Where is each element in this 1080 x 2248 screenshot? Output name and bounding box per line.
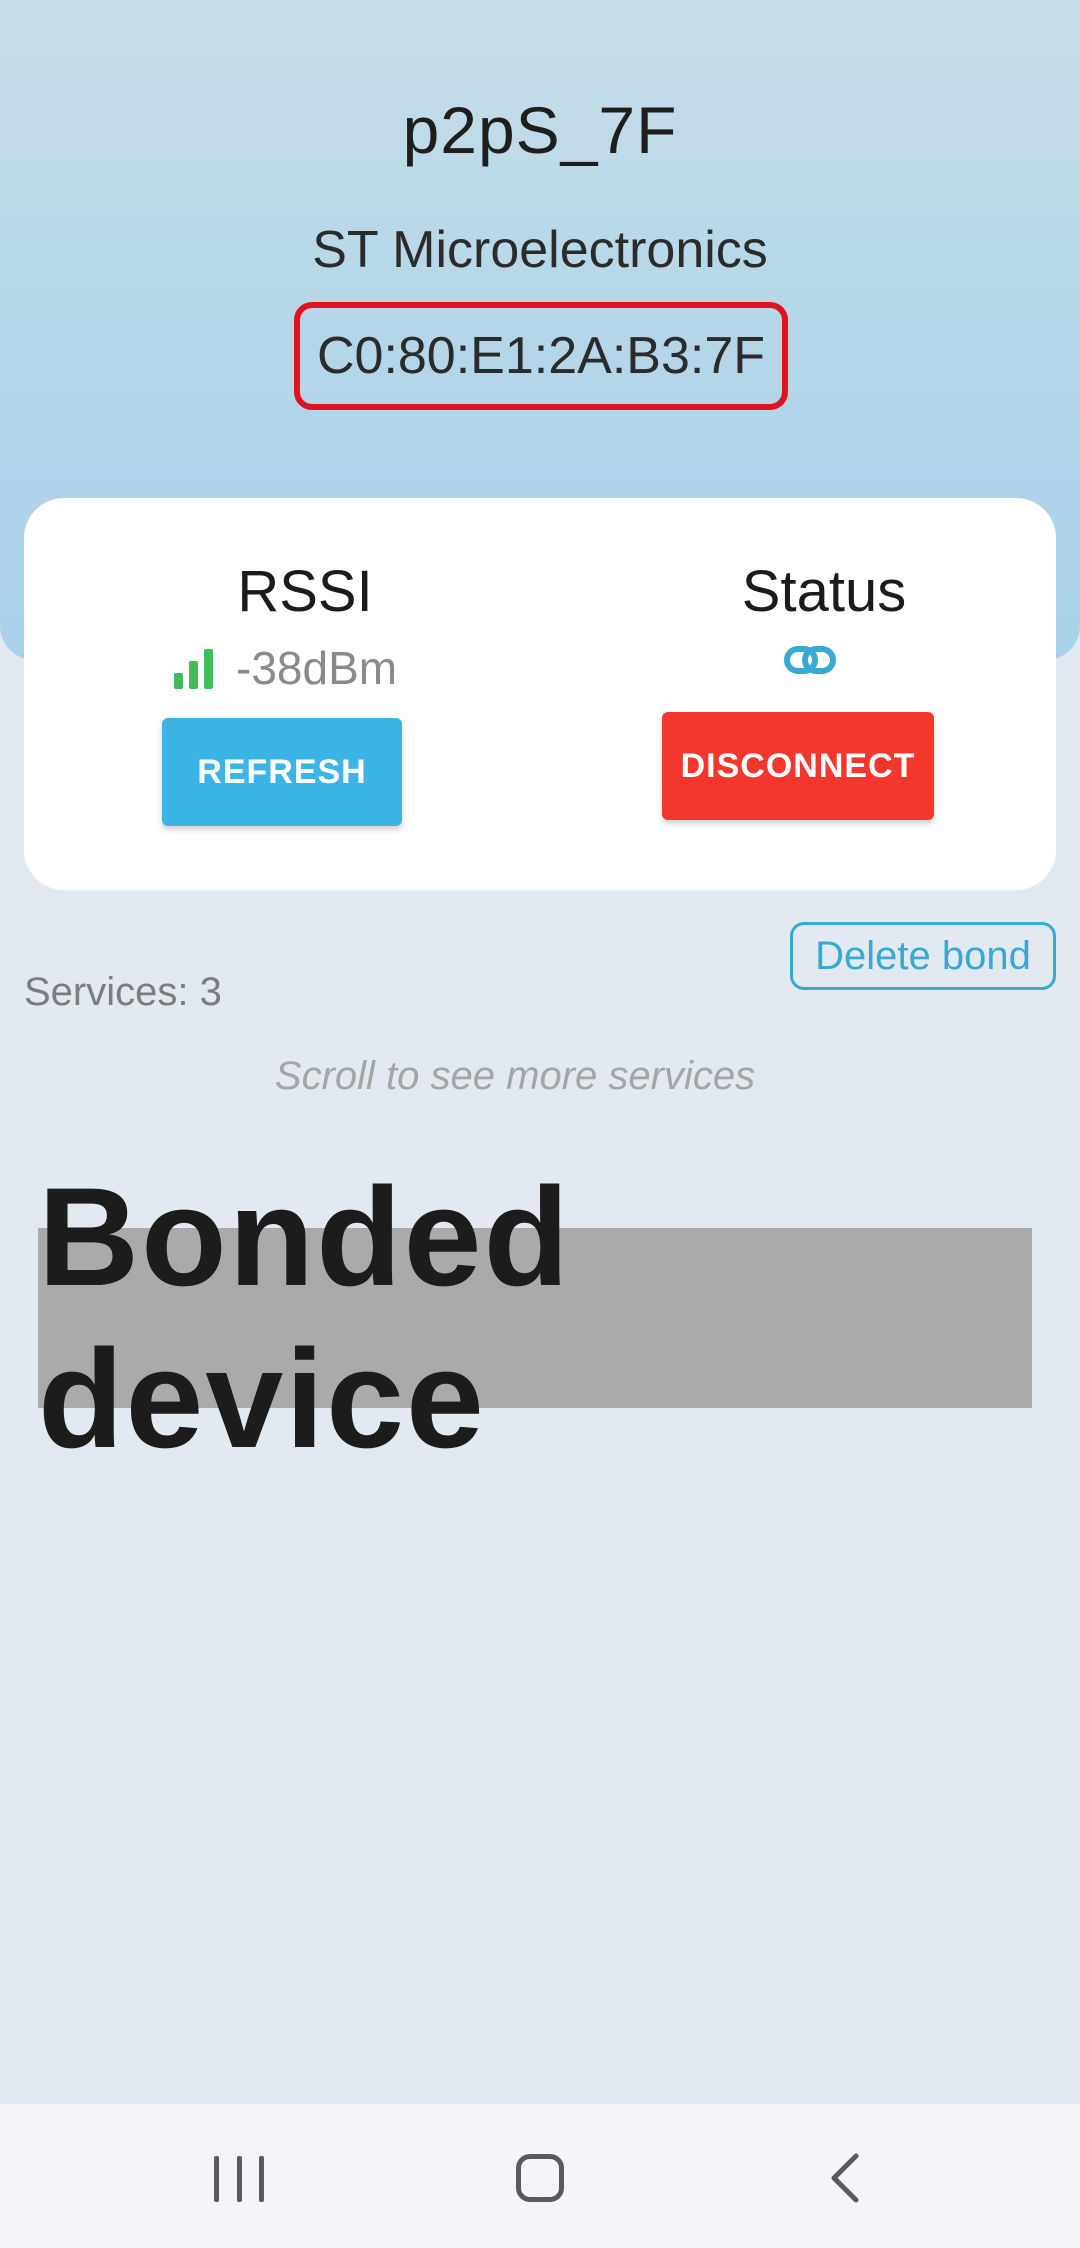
link-icon (784, 646, 836, 674)
status-title: Status (741, 559, 907, 624)
recent-apps-icon[interactable] (214, 2156, 264, 2202)
connection-card: RSSI -38dBm REFRESH Status DISCONNECT (24, 498, 1056, 890)
back-icon[interactable] (826, 2152, 866, 2204)
refresh-button[interactable]: REFRESH (162, 718, 402, 826)
rssi-value: -38dBm (236, 642, 398, 694)
scroll-hint: Scroll to see more services (274, 1054, 756, 1098)
signal-bars-icon (174, 647, 216, 689)
system-nav-bar (0, 2104, 1080, 2248)
home-icon[interactable] (516, 2154, 564, 2202)
manufacturer-name: ST Microelectronics (312, 221, 768, 279)
bonded-device-banner: Bonded device (38, 1158, 1032, 1477)
disconnect-button[interactable]: DISCONNECT (662, 712, 934, 820)
mac-address: C0:80:E1:2A:B3:7F (294, 302, 788, 410)
delete-bond-button[interactable]: Delete bond (790, 922, 1056, 990)
rssi-readout: -38dBm (174, 638, 397, 698)
device-screen: p2pS_7F ST Microelectronics C0:80:E1:2A:… (0, 0, 1080, 2248)
rssi-title: RSSI (237, 559, 373, 624)
device-name: p2pS_7F (402, 93, 678, 167)
services-count: Services: 3 (24, 970, 222, 1014)
